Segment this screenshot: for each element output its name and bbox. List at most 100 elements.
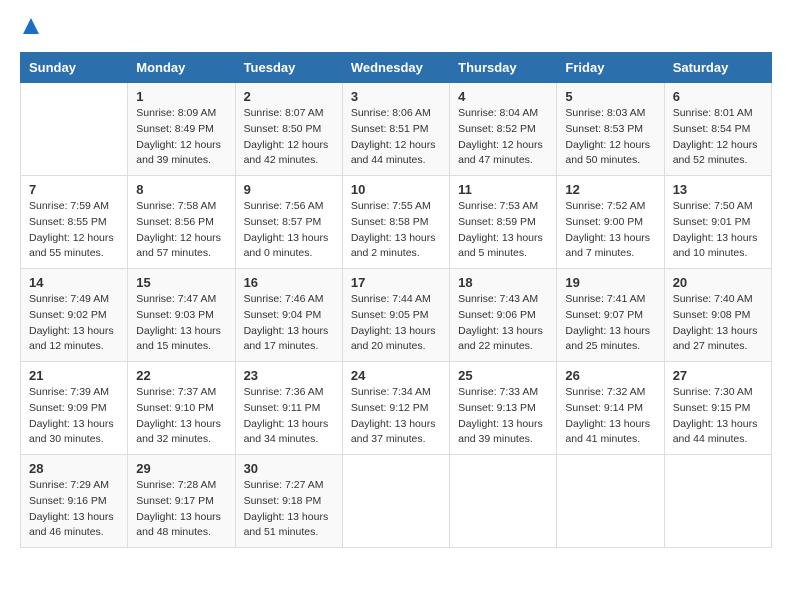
day-info: Sunrise: 8:07 AM Sunset: 8:50 PM Dayligh… [244,106,334,169]
day-number: 12 [565,182,655,197]
day-info: Sunrise: 8:04 AM Sunset: 8:52 PM Dayligh… [458,106,548,169]
calendar-cell: 28 Sunrise: 7:29 AM Sunset: 9:16 PM Dayli… [21,455,128,548]
day-info: Sunrise: 7:52 AM Sunset: 9:00 PM Dayligh… [565,199,655,262]
day-info: Sunrise: 7:55 AM Sunset: 8:58 PM Dayligh… [351,199,441,262]
calendar-cell: 21 Sunrise: 7:39 AM Sunset: 9:09 PM Dayli… [21,362,128,455]
day-info: Sunrise: 7:50 AM Sunset: 9:01 PM Dayligh… [673,199,763,262]
calendar-cell: 5 Sunrise: 8:03 AM Sunset: 8:53 PM Daylig… [557,83,664,176]
day-info: Sunrise: 7:53 AM Sunset: 8:59 PM Dayligh… [458,199,548,262]
calendar-table: SundayMondayTuesdayWednesdayThursdayFrid… [20,52,772,548]
day-info: Sunrise: 7:27 AM Sunset: 9:18 PM Dayligh… [244,478,334,541]
calendar-cell: 4Sunrise: 8:04 AM Sunset: 8:52 PM Daylig… [450,83,557,176]
day-number: 13 [673,182,763,197]
day-header-thursday: Thursday [450,53,557,83]
calendar-cell [342,455,449,548]
day-number: 17 [351,275,441,290]
day-header-friday: Friday [557,53,664,83]
calendar-cell: 23 Sunrise: 7:36 AM Sunset: 9:11 PM Dayli… [235,362,342,455]
day-info: Sunrise: 7:49 AM Sunset: 9:02 PM Dayligh… [29,292,119,355]
day-header-tuesday: Tuesday [235,53,342,83]
logo [20,20,41,36]
day-number: 26 [565,368,655,383]
day-number: 21 [29,368,119,383]
calendar-cell: 19 Sunrise: 7:41 AM Sunset: 9:07 PM Dayli… [557,269,664,362]
day-number: 16 [244,275,334,290]
day-number: 20 [673,275,763,290]
day-number: 24 [351,368,441,383]
day-info: Sunrise: 8:03 AM Sunset: 8:53 PM Dayligh… [565,106,655,169]
calendar-cell: 11 Sunrise: 7:53 AM Sunset: 8:59 PM Dayli… [450,176,557,269]
calendar-cell: 29 Sunrise: 7:28 AM Sunset: 9:17 PM Dayli… [128,455,235,548]
day-info: Sunrise: 7:46 AM Sunset: 9:04 PM Dayligh… [244,292,334,355]
day-number: 11 [458,182,548,197]
day-info: Sunrise: 8:01 AM Sunset: 8:54 PM Dayligh… [673,106,763,169]
day-number: 7 [29,182,119,197]
day-info: Sunrise: 7:37 AM Sunset: 9:10 PM Dayligh… [136,385,226,448]
calendar-cell: 25 Sunrise: 7:33 AM Sunset: 9:13 PM Dayli… [450,362,557,455]
calendar-cell: 24Sunrise: 7:34 AM Sunset: 9:12 PM Dayli… [342,362,449,455]
calendar-cell: 14 Sunrise: 7:49 AM Sunset: 9:02 PM Dayli… [21,269,128,362]
calendar-cell [557,455,664,548]
day-number: 23 [244,368,334,383]
day-info: Sunrise: 7:43 AM Sunset: 9:06 PM Dayligh… [458,292,548,355]
day-info: Sunrise: 7:59 AM Sunset: 8:55 PM Dayligh… [29,199,119,262]
calendar-week-row: 21 Sunrise: 7:39 AM Sunset: 9:09 PM Dayli… [21,362,772,455]
day-info: Sunrise: 7:32 AM Sunset: 9:14 PM Dayligh… [565,385,655,448]
day-number: 1 [136,89,226,104]
day-info: Sunrise: 8:09 AM Sunset: 8:49 PM Dayligh… [136,106,226,169]
day-number: 30 [244,461,334,476]
calendar-cell: 30 Sunrise: 7:27 AM Sunset: 9:18 PM Dayli… [235,455,342,548]
day-number: 14 [29,275,119,290]
day-header-saturday: Saturday [664,53,771,83]
day-number: 8 [136,182,226,197]
day-number: 2 [244,89,334,104]
calendar-cell: 13 Sunrise: 7:50 AM Sunset: 9:01 PM Dayli… [664,176,771,269]
day-info: Sunrise: 7:29 AM Sunset: 9:16 PM Dayligh… [29,478,119,541]
calendar-cell: 15 Sunrise: 7:47 AM Sunset: 9:03 PM Dayli… [128,269,235,362]
calendar-week-row: 7 Sunrise: 7:59 AM Sunset: 8:55 PM Daylig… [21,176,772,269]
calendar-cell: 22 Sunrise: 7:37 AM Sunset: 9:10 PM Dayli… [128,362,235,455]
day-info: Sunrise: 8:06 AM Sunset: 8:51 PM Dayligh… [351,106,441,169]
calendar-cell: 10 Sunrise: 7:55 AM Sunset: 8:58 PM Dayli… [342,176,449,269]
day-number: 28 [29,461,119,476]
calendar-cell: 17 Sunrise: 7:44 AM Sunset: 9:05 PM Dayli… [342,269,449,362]
calendar-cell: 8 Sunrise: 7:58 AM Sunset: 8:56 PM Daylig… [128,176,235,269]
day-info: Sunrise: 7:30 AM Sunset: 9:15 PM Dayligh… [673,385,763,448]
day-number: 3 [351,89,441,104]
calendar-cell: 26 Sunrise: 7:32 AM Sunset: 9:14 PM Dayli… [557,362,664,455]
calendar-week-row: 14 Sunrise: 7:49 AM Sunset: 9:02 PM Dayli… [21,269,772,362]
day-info: Sunrise: 7:40 AM Sunset: 9:08 PM Dayligh… [673,292,763,355]
calendar-week-row: 28 Sunrise: 7:29 AM Sunset: 9:16 PM Dayli… [21,455,772,548]
day-number: 6 [673,89,763,104]
day-number: 18 [458,275,548,290]
calendar-cell: 16 Sunrise: 7:46 AM Sunset: 9:04 PM Dayli… [235,269,342,362]
day-info: Sunrise: 7:39 AM Sunset: 9:09 PM Dayligh… [29,385,119,448]
day-number: 5 [565,89,655,104]
day-info: Sunrise: 7:36 AM Sunset: 9:11 PM Dayligh… [244,385,334,448]
day-number: 19 [565,275,655,290]
day-header-monday: Monday [128,53,235,83]
calendar-cell: 12 Sunrise: 7:52 AM Sunset: 9:00 PM Dayli… [557,176,664,269]
calendar-cell [450,455,557,548]
day-number: 29 [136,461,226,476]
calendar-header-row: SundayMondayTuesdayWednesdayThursdayFrid… [21,53,772,83]
day-info: Sunrise: 7:41 AM Sunset: 9:07 PM Dayligh… [565,292,655,355]
day-info: Sunrise: 7:28 AM Sunset: 9:17 PM Dayligh… [136,478,226,541]
day-number: 10 [351,182,441,197]
calendar-cell: 6 Sunrise: 8:01 AM Sunset: 8:54 PM Daylig… [664,83,771,176]
day-number: 27 [673,368,763,383]
day-info: Sunrise: 7:44 AM Sunset: 9:05 PM Dayligh… [351,292,441,355]
calendar-cell: 18 Sunrise: 7:43 AM Sunset: 9:06 PM Dayli… [450,269,557,362]
calendar-week-row: 1 Sunrise: 8:09 AM Sunset: 8:49 PM Daylig… [21,83,772,176]
day-number: 25 [458,368,548,383]
day-header-sunday: Sunday [21,53,128,83]
calendar-cell: 9Sunrise: 7:56 AM Sunset: 8:57 PM Daylig… [235,176,342,269]
day-info: Sunrise: 7:33 AM Sunset: 9:13 PM Dayligh… [458,385,548,448]
day-info: Sunrise: 7:58 AM Sunset: 8:56 PM Dayligh… [136,199,226,262]
calendar-cell: 2 Sunrise: 8:07 AM Sunset: 8:50 PM Daylig… [235,83,342,176]
day-info: Sunrise: 7:56 AM Sunset: 8:57 PM Dayligh… [244,199,334,262]
day-info: Sunrise: 7:47 AM Sunset: 9:03 PM Dayligh… [136,292,226,355]
calendar-cell [21,83,128,176]
day-number: 22 [136,368,226,383]
day-number: 15 [136,275,226,290]
